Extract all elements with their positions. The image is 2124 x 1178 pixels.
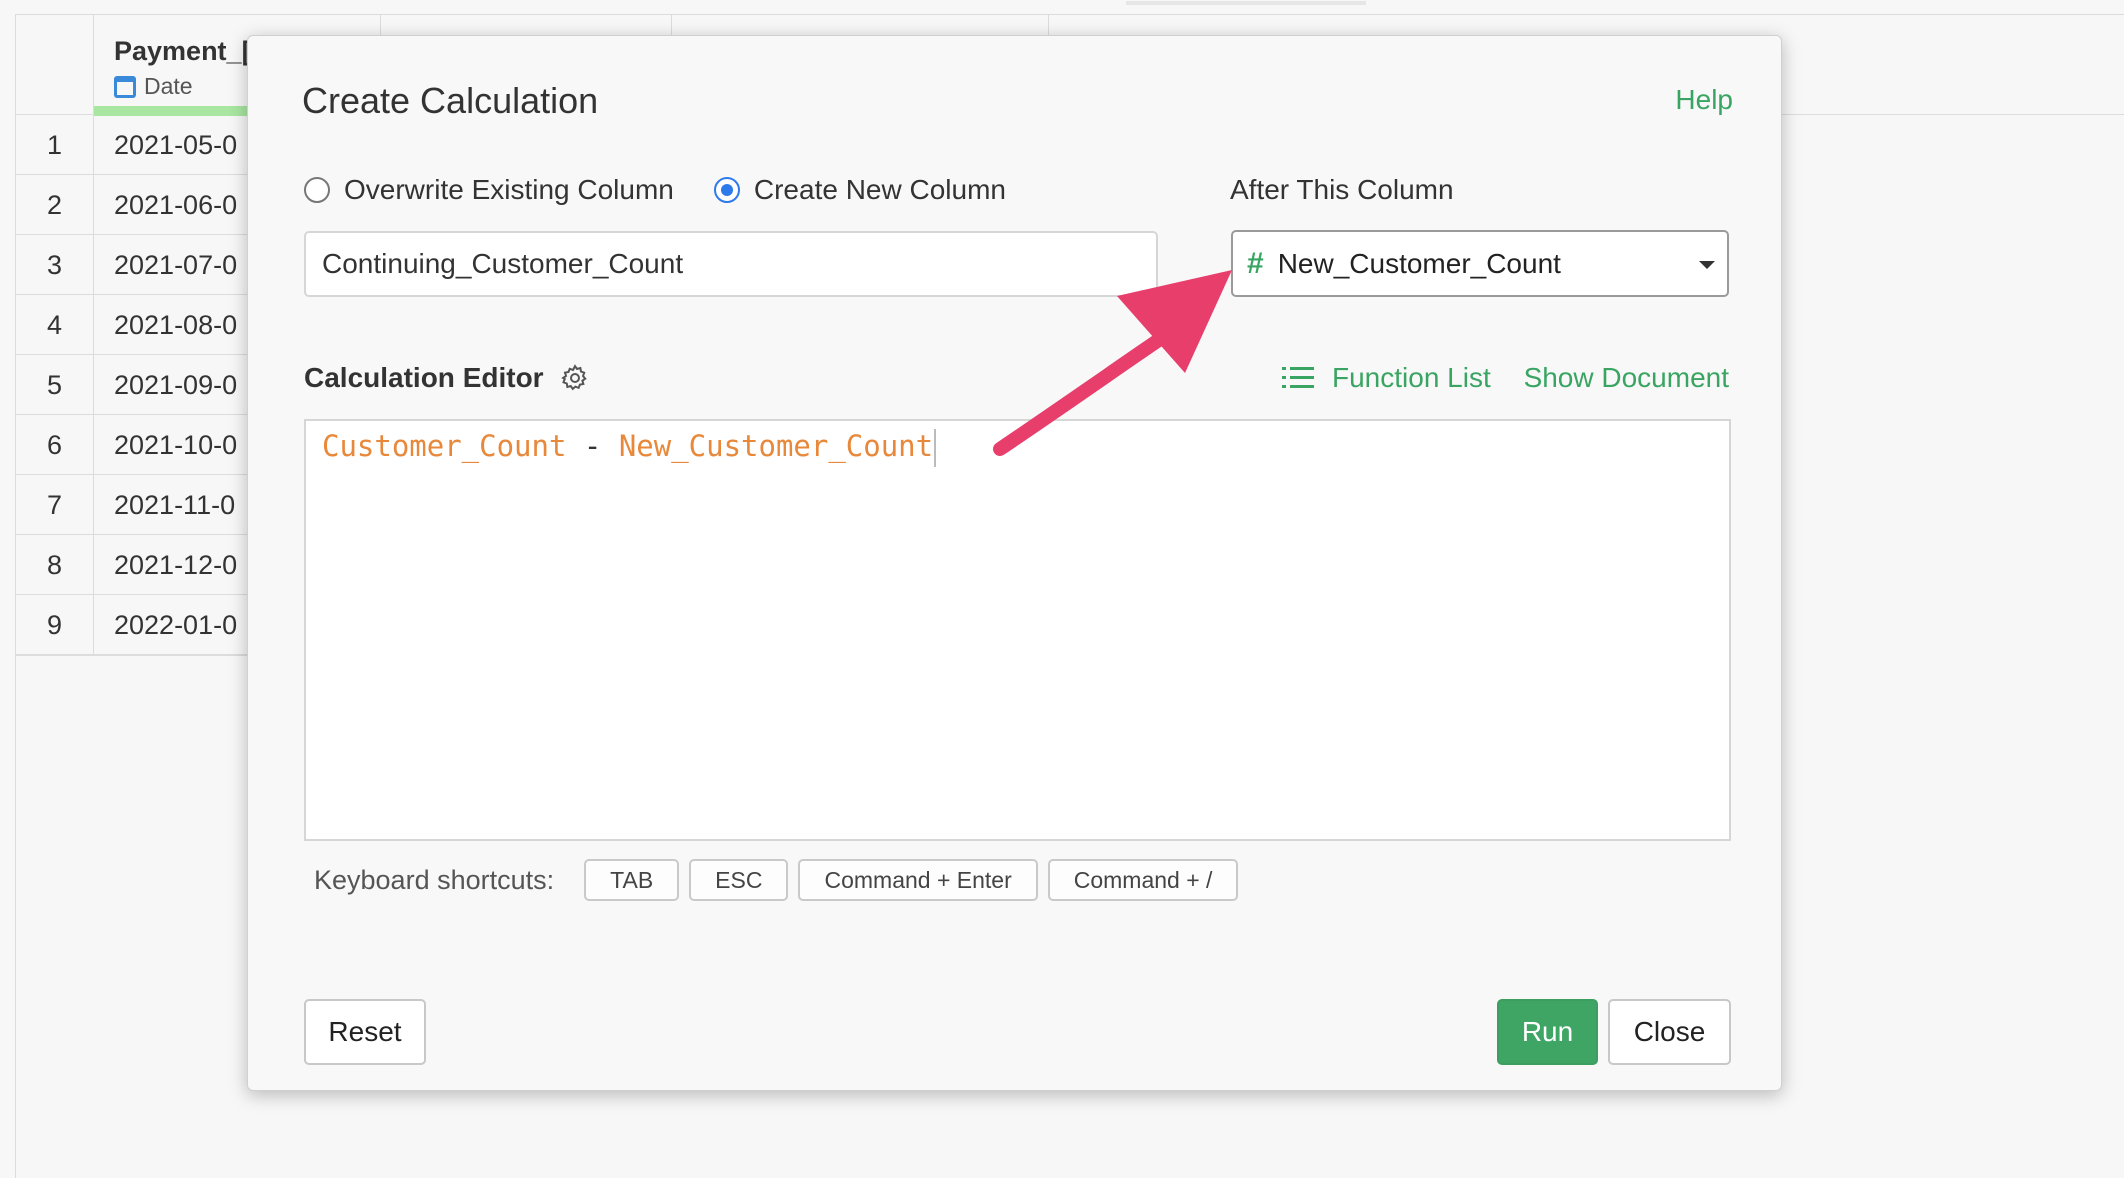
chevron-down-icon: [1699, 261, 1715, 269]
text-cursor: [934, 429, 937, 467]
dialog-title: Create Calculation: [302, 80, 599, 121]
date-cell[interactable]: 2021-06-0: [114, 175, 237, 235]
date-cell[interactable]: 2021-05-0: [114, 115, 237, 175]
overwrite-radio[interactable]: [304, 177, 330, 203]
overwrite-column-option[interactable]: Overwrite Existing Column: [304, 174, 674, 206]
calendar-icon: [114, 75, 136, 98]
row-number: 3: [16, 235, 94, 295]
keyboard-shortcuts: Keyboard shortcuts: TAB ESC Command + En…: [314, 859, 1248, 901]
code-identifier-left: Customer_Count: [322, 429, 567, 463]
top-tab-indicator: [1126, 1, 1366, 5]
new-column-name-input[interactable]: Continuing_Customer_Count: [304, 231, 1158, 297]
row-number: 6: [16, 415, 94, 475]
numeric-type-icon: #: [1247, 246, 1264, 280]
gear-icon[interactable]: [560, 363, 590, 393]
date-cell[interactable]: 2021-08-0: [114, 295, 237, 355]
column-mode-radios: Overwrite Existing Column Create New Col…: [304, 174, 1046, 206]
run-button[interactable]: Run: [1497, 999, 1598, 1065]
row-number: 8: [16, 535, 94, 595]
create-radio-label: Create New Column: [753, 174, 1006, 205]
help-link[interactable]: Help: [1675, 84, 1733, 116]
column-type-label: Date: [144, 73, 193, 99]
create-column-option[interactable]: Create New Column: [713, 174, 1006, 206]
overwrite-radio-label: Overwrite Existing Column: [344, 174, 674, 205]
row-number: 2: [16, 175, 94, 235]
reset-button[interactable]: Reset: [304, 999, 426, 1065]
code-line: Customer_Count - New_Customer_Count: [322, 429, 1713, 467]
function-list-label: Function List: [1332, 362, 1491, 393]
date-cell[interactable]: 2021-12-0: [114, 535, 237, 595]
column-name: Payment_[: [114, 36, 251, 66]
date-cell[interactable]: 2021-07-0: [114, 235, 237, 295]
shortcut-tab-button[interactable]: TAB: [584, 859, 680, 901]
calculation-editor-label: Calculation Editor: [304, 362, 590, 394]
code-operator: -: [566, 429, 619, 463]
date-cell[interactable]: 2021-09-0: [114, 355, 237, 415]
row-number: 9: [16, 595, 94, 655]
date-cell[interactable]: 2021-10-0: [114, 415, 237, 475]
row-number-header: [16, 15, 94, 115]
calculation-code-editor[interactable]: Customer_Count - New_Customer_Count: [304, 419, 1731, 841]
after-column-label: After This Column: [1230, 174, 1454, 205]
function-list-link[interactable]: Function List: [1282, 362, 1491, 394]
code-identifier-right: New_Customer_Count: [618, 429, 934, 463]
calculation-editor-title: Calculation Editor: [304, 362, 544, 393]
shortcut-command-enter-button[interactable]: Command + Enter: [798, 859, 1038, 901]
row-number: 5: [16, 355, 94, 415]
date-cell[interactable]: 2022-01-0: [114, 595, 237, 655]
date-cell[interactable]: 2021-11-0: [114, 475, 235, 535]
row-number: 4: [16, 295, 94, 355]
column-type: Date: [114, 73, 193, 100]
shortcut-esc-button[interactable]: ESC: [689, 859, 789, 901]
after-column-value: New_Customer_Count: [1277, 247, 1561, 279]
shortcuts-label: Keyboard shortcuts:: [314, 864, 555, 895]
row-number: 7: [16, 475, 94, 535]
create-radio[interactable]: [713, 177, 740, 203]
after-column-select[interactable]: # New_Customer_Count: [1231, 230, 1729, 297]
row-number: 1: [16, 115, 94, 175]
close-button[interactable]: Close: [1608, 999, 1731, 1065]
shortcut-command-slash-button[interactable]: Command + /: [1047, 859, 1239, 901]
show-document-link[interactable]: Show Document: [1524, 362, 1729, 394]
create-calculation-dialog: Create Calculation Help Overwrite Existi…: [247, 35, 1782, 1091]
list-icon: [1282, 367, 1314, 388]
